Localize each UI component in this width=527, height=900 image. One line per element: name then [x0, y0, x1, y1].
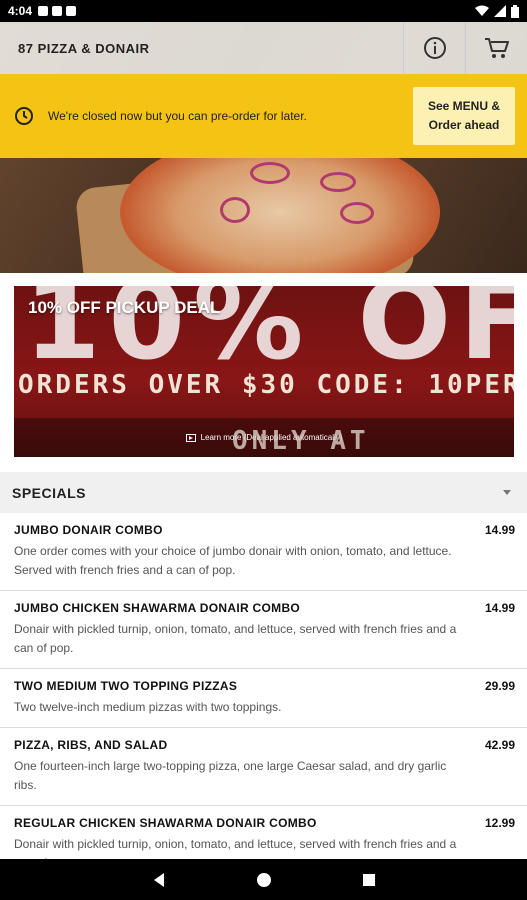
- item-name: JUMBO DONAIR COMBO: [14, 523, 163, 537]
- menu-items-list: JUMBO DONAIR COMBO 14.99 One order comes…: [0, 513, 527, 859]
- chevron-down-icon: [503, 490, 511, 495]
- status-bar: 4:04: [0, 0, 527, 22]
- clock-icon: [15, 107, 33, 125]
- recents-icon[interactable]: [362, 873, 376, 887]
- info-button[interactable]: [403, 22, 465, 74]
- sd-card-icon: [66, 6, 77, 16]
- menu-item[interactable]: JUMBO CHICKEN SHAWARMA DONAIR COMBO 14.9…: [0, 591, 527, 669]
- back-icon[interactable]: [152, 872, 166, 888]
- notification-icon: [52, 6, 63, 16]
- restaurant-title: 87 PIZZA & DONAIR: [18, 40, 150, 56]
- item-price: 29.99: [484, 679, 515, 693]
- see-menu-label-line1: See MENU &: [427, 99, 501, 114]
- onion-ring: [220, 197, 250, 223]
- item-description: One order comes with your choice of jumb…: [14, 544, 452, 577]
- deal-orders-line: ORDERS OVER $30 CODE: 10PERCEN: [18, 370, 514, 400]
- info-icon: [423, 37, 446, 59]
- closed-message: We're closed now but you can pre-order f…: [48, 109, 307, 123]
- item-description: Two twelve-inch medium pizzas with two t…: [14, 700, 282, 714]
- item-price: 42.99: [484, 738, 515, 752]
- item-price: 14.99: [484, 601, 515, 615]
- onion-ring: [320, 172, 356, 192]
- see-menu-button[interactable]: See MENU & Order ahead: [413, 87, 515, 145]
- signal-icon: [494, 5, 506, 17]
- app-bar: 87 PIZZA & DONAIR: [0, 22, 527, 74]
- closed-notice-banner: We're closed now but you can pre-order f…: [0, 74, 527, 158]
- item-description: Donair with pickled turnip, onion, tomat…: [14, 837, 457, 859]
- menu-item[interactable]: PIZZA, RIBS, AND SALAD 42.99 One fourtee…: [0, 728, 527, 806]
- item-description: One fourteen-inch large two-topping pizz…: [14, 759, 447, 792]
- item-name: REGULAR CHICKEN SHAWARMA DONAIR COMBO: [14, 816, 317, 830]
- specials-section-header[interactable]: SPECIALS: [0, 472, 527, 513]
- menu-item[interactable]: REGULAR CHICKEN SHAWARMA DONAIR COMBO 12…: [0, 806, 527, 859]
- home-icon[interactable]: [256, 872, 272, 888]
- cart-button[interactable]: [465, 22, 527, 74]
- item-name: JUMBO CHICKEN SHAWARMA DONAIR COMBO: [14, 601, 301, 615]
- deal-only-at: ONLY AT: [232, 426, 370, 456]
- deal-title: 10% OFF PICKUP DEAL: [28, 298, 221, 317]
- item-name: TWO MEDIUM TWO TOPPING PIZZAS: [14, 679, 238, 693]
- menu-item[interactable]: JUMBO DONAIR COMBO 14.99 One order comes…: [0, 513, 527, 591]
- status-time: 4:04: [8, 4, 33, 18]
- cart-icon: [484, 38, 509, 58]
- system-nav-bar: [0, 859, 527, 900]
- see-menu-label-line2: Order ahead: [428, 118, 500, 132]
- deal-banner[interactable]: 10% OF 10% OFF PICKUP DEAL ORDERS OVER $…: [14, 286, 514, 457]
- menu-item[interactable]: TWO MEDIUM TWO TOPPING PIZZAS 29.99 Two …: [0, 669, 527, 728]
- wifi-icon: [475, 5, 489, 16]
- play-icon: [185, 433, 196, 442]
- item-name: PIZZA, RIBS, AND SALAD: [14, 738, 168, 752]
- item-price: 14.99: [484, 523, 515, 537]
- item-description: Donair with pickled turnip, onion, tomat…: [14, 622, 457, 655]
- item-price: 12.99: [484, 816, 515, 830]
- app-notification-icon: [38, 6, 49, 16]
- onion-ring: [250, 162, 290, 184]
- section-title: SPECIALS: [12, 484, 87, 501]
- battery-icon: [511, 4, 519, 18]
- onion-ring: [340, 202, 374, 224]
